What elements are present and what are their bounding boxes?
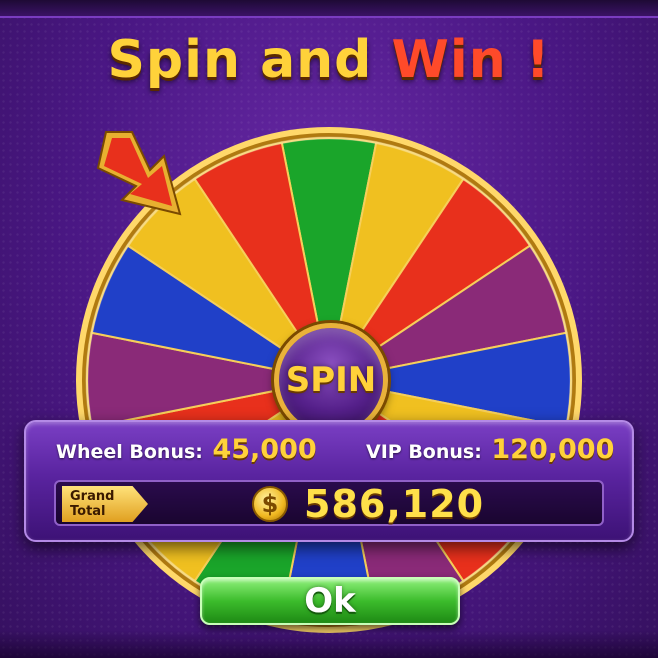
grand-total-box: Grand Total $ 586,120 [54,480,604,526]
spin-button-label: SPIN [285,360,377,400]
bottom-shadow [0,630,658,658]
vip-bonus-value: 120,000 [491,434,615,465]
grand-total-value: 586,120 [304,482,485,526]
wheel-bonus-label: Wheel Bonus: [56,441,203,463]
ok-button-label: Ok [304,581,356,621]
ok-button[interactable]: Ok [200,577,460,625]
bonus-panel: Wheel Bonus: 45,000 VIP Bonus: 120,000 G… [24,420,634,542]
vip-bonus-label: VIP Bonus: [366,441,482,463]
grand-total-tag: Grand Total [62,486,148,522]
grand-total-label-line1: Grand [70,489,115,504]
grand-total-label-line2: Total [70,504,106,519]
dollar-coin-icon: $ [252,486,288,522]
arrow-pointer-icon [96,131,182,216]
wheel-bonus: Wheel Bonus: 45,000 [56,434,317,465]
wheel-bonus-value: 45,000 [212,434,317,465]
vip-bonus: VIP Bonus: 120,000 [366,434,614,465]
